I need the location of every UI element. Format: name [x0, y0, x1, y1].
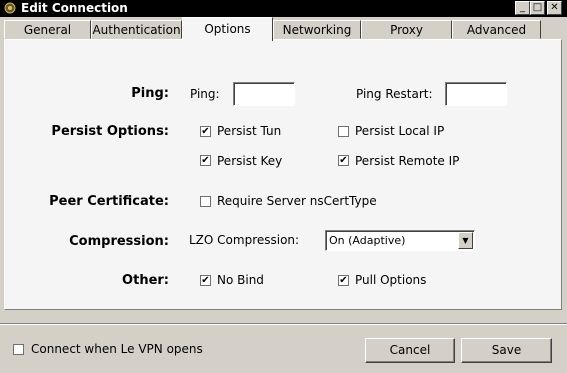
maximize-button[interactable]: □: [530, 1, 545, 15]
no-bind-label: No Bind: [217, 273, 264, 287]
compression-section-label: Compression:: [69, 234, 169, 249]
tab-authentication[interactable]: Authentication: [91, 20, 182, 39]
connect-on-open-label: Connect when Le VPN opens: [31, 342, 203, 356]
persist-remote-ip-checkbox[interactable]: ✔: [338, 155, 349, 166]
connect-on-open-checkbox[interactable]: [13, 344, 24, 355]
no-bind-checkbox[interactable]: ✔: [200, 275, 211, 286]
window-title: Edit Connection: [21, 1, 128, 15]
tab-options[interactable]: Options: [182, 17, 273, 41]
persist-tun-label: Persist Tun: [217, 124, 282, 138]
lzo-compression-select[interactable]: On (Adaptive) ▼: [325, 230, 475, 251]
chevron-down-icon[interactable]: ▼: [458, 232, 473, 249]
lzo-compression-value: On (Adaptive): [329, 234, 406, 247]
ping-section-label: Ping:: [131, 86, 169, 101]
save-button[interactable]: Save: [461, 338, 552, 363]
other-section-label: Other:: [122, 273, 169, 288]
app-icon: [4, 2, 16, 14]
close-button[interactable]: ✕: [547, 1, 562, 15]
persist-local-ip-label: Persist Local IP: [355, 124, 445, 138]
ping-restart-label: Ping Restart:: [356, 87, 433, 101]
title-bar: Edit Connection _ □ ✕: [0, 0, 567, 17]
lzo-compression-label: LZO Compression:: [189, 233, 300, 247]
ping-restart-input[interactable]: [445, 82, 507, 106]
persist-key-checkbox[interactable]: ✔: [200, 155, 211, 166]
pull-options-label: Pull Options: [355, 273, 427, 287]
tab-general[interactable]: General: [4, 20, 91, 39]
tab-networking[interactable]: Networking: [273, 20, 361, 39]
persist-tun-checkbox[interactable]: ✔: [200, 126, 211, 137]
options-panel: Ping: Ping: Ping Restart: Persist Option…: [4, 39, 562, 310]
pull-options-checkbox[interactable]: ✔: [338, 275, 349, 286]
require-ns-cert-checkbox[interactable]: [200, 196, 211, 207]
persist-section-label: Persist Options:: [51, 124, 169, 139]
cancel-button[interactable]: Cancel: [365, 338, 455, 363]
ping-input[interactable]: [233, 82, 295, 106]
tab-proxy[interactable]: Proxy: [361, 20, 452, 39]
require-ns-cert-label: Require Server nsCertType: [217, 194, 377, 208]
persist-key-label: Persist Key: [217, 154, 283, 168]
footer-separator: [0, 323, 567, 325]
peer-certificate-section-label: Peer Certificate:: [49, 194, 169, 209]
tab-advanced[interactable]: Advanced: [452, 20, 541, 39]
persist-local-ip-checkbox[interactable]: [338, 126, 349, 137]
minimize-button[interactable]: _: [515, 1, 530, 15]
ping-label: Ping:: [190, 87, 220, 101]
persist-remote-ip-label: Persist Remote IP: [355, 154, 460, 168]
